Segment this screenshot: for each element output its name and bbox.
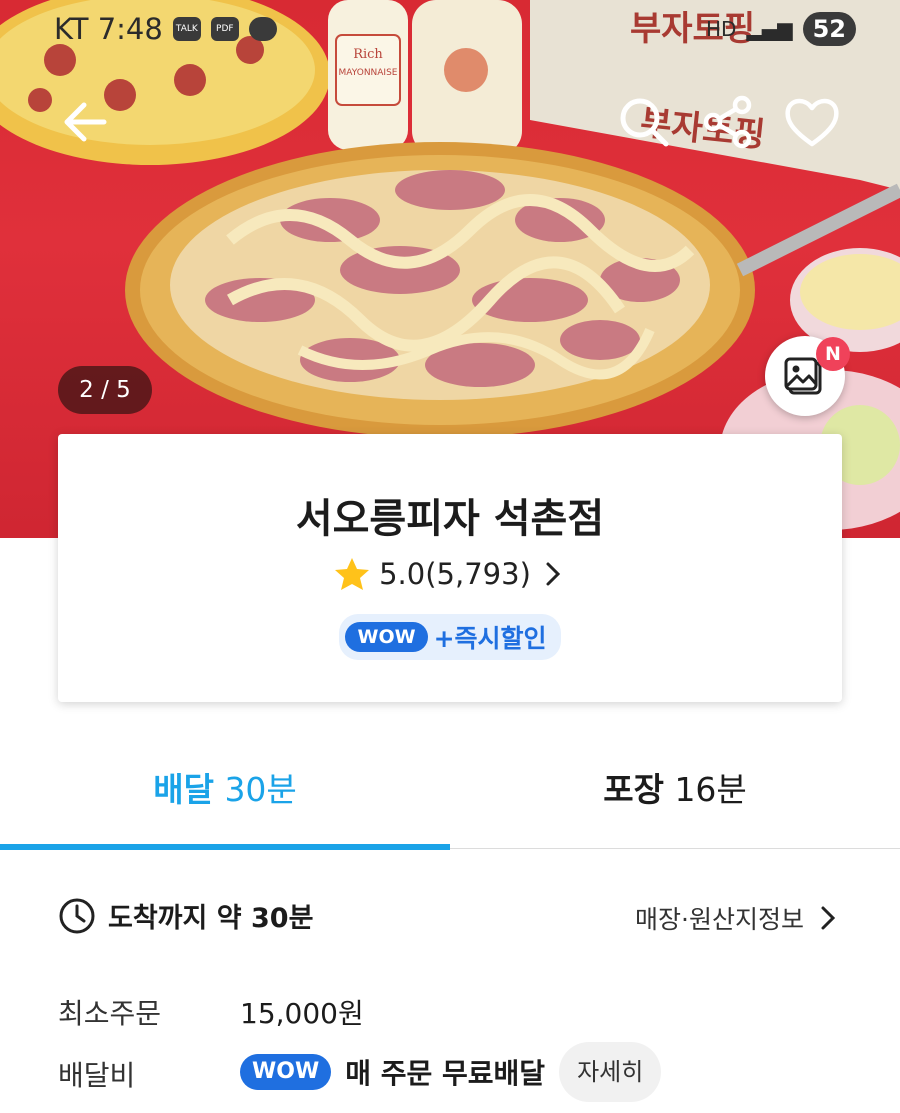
wow-discount-badge: WOW +즉시할인: [339, 614, 561, 660]
delivery-fee-value: 매 주문 무료배달: [345, 1057, 546, 1090]
rating-link[interactable]: 5.0(5,793): [58, 556, 842, 592]
talk-icon: TALK: [172, 17, 201, 41]
back-arrow-icon[interactable]: [56, 92, 116, 152]
star-icon: [335, 558, 370, 590]
tab-pickup[interactable]: 포장 16분: [450, 740, 900, 840]
app-notification-icon: [248, 17, 277, 41]
delivery-fee-row: WOW 매 주문 무료배달 자세히: [240, 1042, 662, 1102]
eta-row: 도착까지 약 30분: [58, 896, 313, 935]
store-origin-info-label: 매장·원산지정보: [635, 905, 804, 934]
wow-promo-text: +즉시할인: [433, 624, 547, 653]
min-order-value: 15,000원: [240, 997, 364, 1030]
battery-indicator: 52: [802, 12, 856, 46]
eta-text: 도착까지 약 30분: [108, 903, 314, 934]
min-order-label: 최소주문: [58, 997, 162, 1030]
share-icon[interactable]: [698, 92, 758, 152]
store-info-card: 서오릉피자 석촌점 5.0(5,793) WOW +즉시할인: [58, 434, 842, 702]
new-badge: N: [816, 337, 850, 371]
clock-icon: [59, 898, 95, 933]
heart-icon[interactable]: [782, 92, 842, 152]
tab-pickup-time: 16분: [674, 770, 747, 809]
chevron-right-icon: [546, 562, 561, 586]
active-tab-indicator: [0, 844, 450, 850]
svg-text:MAYONNAISE: MAYONNAISE: [339, 68, 398, 78]
pdf-icon: PDF: [210, 17, 239, 41]
chevron-right-icon: [821, 906, 836, 930]
tab-delivery-time: 30분: [224, 770, 297, 809]
status-bar: KT 7:48 TALK PDF HD ▂▄▆ 52: [0, 0, 900, 60]
store-name: 서오릉피자 석촌점: [295, 496, 605, 542]
rating-value: 5.0(5,793): [379, 557, 531, 591]
network-indicator: HD: [705, 17, 737, 41]
search-icon[interactable]: [614, 92, 674, 152]
image-counter: 2 / 5: [58, 366, 152, 414]
order-type-tabs: 배달 30분 포장 16분: [0, 740, 900, 852]
tab-pickup-label: 포장: [603, 770, 664, 809]
tab-delivery-label: 배달: [153, 770, 214, 809]
wow-label: WOW: [240, 1054, 332, 1090]
wow-label: WOW: [345, 622, 428, 652]
detail-button[interactable]: 자세히: [559, 1042, 662, 1102]
tab-delivery[interactable]: 배달 30분: [0, 740, 450, 840]
tab-divider: [450, 848, 900, 849]
carrier-time: KT 7:48: [54, 12, 163, 46]
delivery-fee-label: 배달비: [58, 1059, 136, 1092]
store-origin-info-link[interactable]: 매장·원산지정보: [635, 900, 838, 936]
signal-icon: ▂▄▆: [746, 17, 793, 41]
